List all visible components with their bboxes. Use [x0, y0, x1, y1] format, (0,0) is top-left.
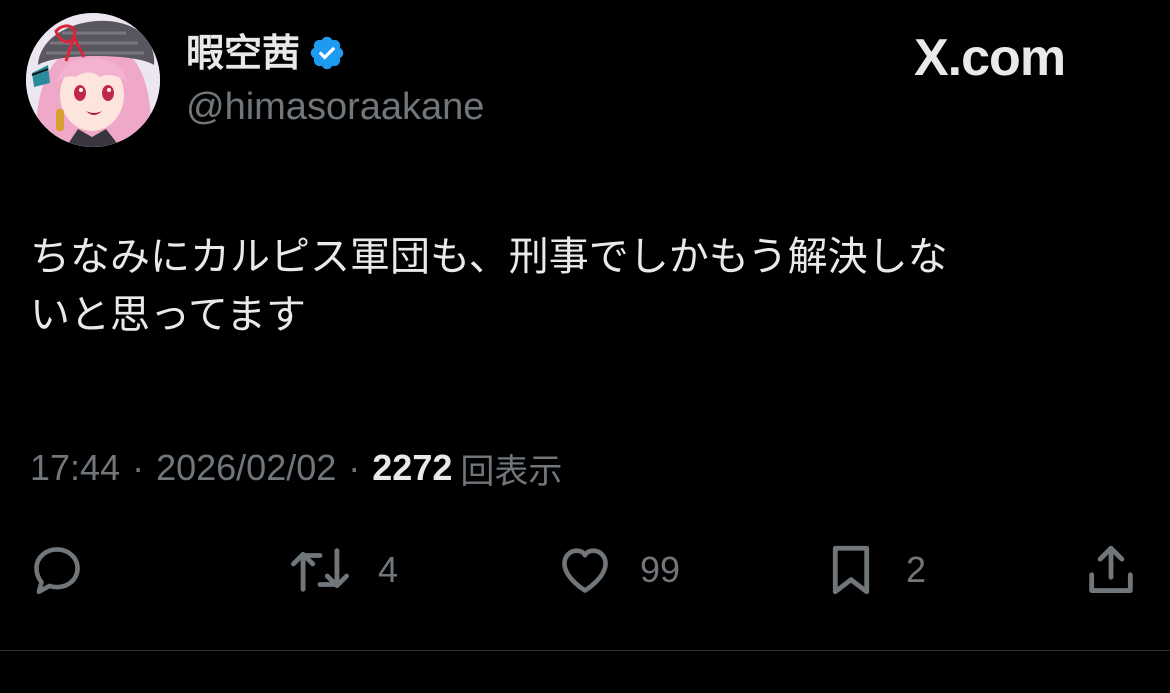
- tweet-header: 暇空茜 @himasoraakane X.com: [0, 0, 1170, 170]
- display-name-row: 暇空茜: [186, 30, 346, 76]
- tweet-time[interactable]: 17:44: [30, 447, 120, 489]
- retweet-icon: [290, 548, 349, 592]
- share-icon: [1089, 545, 1133, 593]
- verified-badge-icon: [308, 34, 346, 72]
- meta-separator: ·: [132, 447, 145, 488]
- tweet-text: ちなみにカルピス軍団も、刑事でしかもう解決しな いと思ってます: [30, 234, 948, 338]
- reply-icon: [34, 547, 80, 595]
- share-button[interactable]: [1082, 538, 1140, 602]
- display-name[interactable]: 暇空茜: [186, 30, 300, 76]
- divider: [0, 650, 1170, 651]
- views-count: 2272: [372, 447, 453, 488]
- retweet-count: 4: [378, 549, 399, 590]
- retweet-button[interactable]: 4: [288, 538, 398, 602]
- bookmark-count: 2: [906, 549, 927, 590]
- meta-separator: ·: [348, 447, 361, 488]
- tweet-date[interactable]: 2026/02/02: [156, 447, 336, 489]
- action-bar: 4 99 2: [0, 538, 1170, 602]
- anime-character-avatar-icon: [26, 13, 160, 147]
- user-handle[interactable]: @himasoraakane: [186, 84, 484, 130]
- reply-button[interactable]: [28, 538, 86, 602]
- brand-logo: X.com: [914, 29, 1066, 87]
- avatar[interactable]: [26, 13, 160, 147]
- bookmark-button[interactable]: 2: [822, 538, 926, 602]
- bookmark-icon: [832, 545, 870, 595]
- heart-icon: [562, 548, 608, 593]
- views-label: 回表示: [460, 451, 563, 492]
- like-button[interactable]: 99: [556, 538, 680, 602]
- like-count: 99: [640, 549, 681, 590]
- tweet-meta: 17:44 · 2026/02/02 · 2272 回表示: [30, 444, 562, 492]
